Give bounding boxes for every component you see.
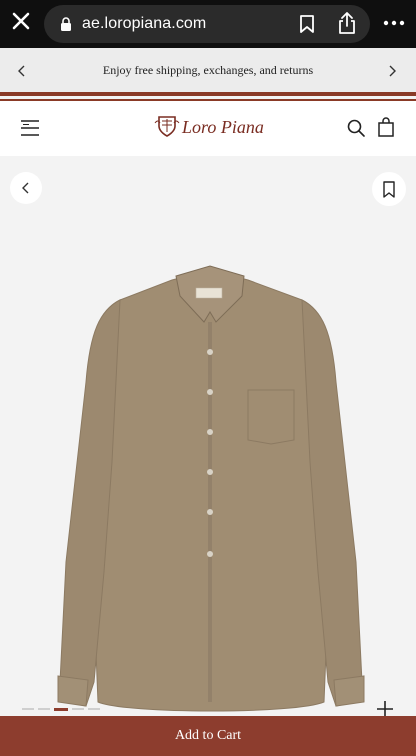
bookmark-icon[interactable] — [298, 14, 316, 34]
lock-icon — [61, 17, 71, 31]
menu-icon[interactable] — [20, 118, 40, 138]
wishlist-button[interactable] — [372, 172, 406, 206]
url-text: ae.loropiana.com — [82, 15, 207, 32]
promo-banner: Enjoy free shipping, exchanges, and retu… — [0, 48, 416, 92]
more-icon[interactable] — [382, 14, 406, 32]
share-icon[interactable] — [336, 11, 358, 35]
address-bar[interactable]: ae.loropiana.com — [44, 5, 370, 43]
site-header: Loro Piana — [0, 101, 416, 156]
close-icon[interactable] — [8, 8, 34, 34]
logo-crest-icon — [154, 116, 180, 137]
product-gallery[interactable] — [0, 156, 416, 717]
shopping-bag-icon[interactable] — [377, 116, 395, 138]
brand-logo[interactable]: Loro Piana — [182, 117, 264, 138]
bookmark-icon — [383, 181, 395, 198]
gallery-pagination[interactable] — [22, 706, 112, 712]
back-button[interactable] — [10, 172, 42, 204]
chevron-right-icon[interactable] — [386, 64, 398, 78]
brand-stripe — [0, 92, 416, 96]
product-image — [57, 265, 365, 712]
chevron-left-icon — [22, 182, 29, 194]
promo-text: Enjoy free shipping, exchanges, and retu… — [102, 63, 314, 77]
search-icon[interactable] — [346, 118, 366, 138]
browser-toolbar: ae.loropiana.com — [0, 0, 416, 48]
add-to-cart-label: Add to Cart — [174, 728, 242, 743]
add-to-cart-button[interactable]: Add to Cart — [0, 716, 416, 756]
